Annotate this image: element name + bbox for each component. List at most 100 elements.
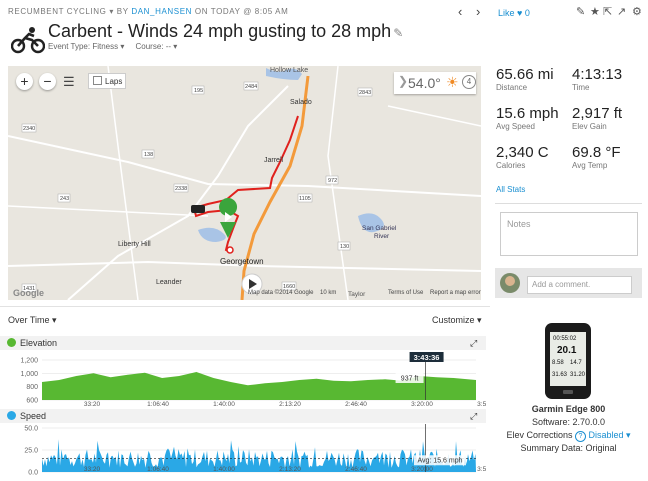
activity-type[interactable]: RECUMBENT CYCLING xyxy=(8,7,107,16)
place-georgetown: Georgetown xyxy=(220,257,264,266)
map-scale: 10 km xyxy=(320,290,337,296)
place-liberty-hill: Liberty Hill xyxy=(118,241,151,248)
user-link[interactable]: DAN_HANSEN xyxy=(131,7,192,16)
wind-speed-badge: 4 xyxy=(462,75,476,89)
place-taylor: Taylor xyxy=(348,291,366,298)
pencil-icon[interactable]: ✎ xyxy=(393,26,403,40)
elevation-ytick-label: 600 xyxy=(26,398,38,405)
svg-text:2340: 2340 xyxy=(23,126,35,132)
svg-text:972: 972 xyxy=(328,178,337,184)
speed-xtick-label: 3:20:00 xyxy=(411,466,433,473)
cursor-value-label: 937 ft xyxy=(401,376,419,383)
event-type-dropdown[interactable]: Event Type: Fitness ▾ xyxy=(48,42,124,51)
device-screen-time: 00:55:02 xyxy=(553,336,577,342)
svg-text:2843: 2843 xyxy=(359,90,371,96)
notes-field[interactable]: Notes xyxy=(500,212,638,256)
svg-text:195: 195 xyxy=(194,88,203,94)
device-software: Software: 2.70.0.0 xyxy=(531,417,606,427)
speed-header xyxy=(0,409,486,423)
stat-avg-speed-label: Avg Speed xyxy=(496,122,535,131)
device-name: Garmin Edge 800 xyxy=(531,404,606,414)
elevation-xtick-label: 3:20:00 xyxy=(411,401,433,406)
speed-dot-icon xyxy=(7,411,16,420)
google-logo[interactable]: Google xyxy=(13,288,44,298)
map-data-credit: Map data ©2014 Google xyxy=(248,290,314,296)
map-canvas[interactable]: Hollow Lake Salado Jarrell Liberty Hill … xyxy=(8,66,481,300)
svg-text:2338: 2338 xyxy=(175,186,187,192)
divider xyxy=(0,306,490,307)
expand-icon[interactable]: ⤢ xyxy=(470,411,477,422)
like-button[interactable]: Like ♥ 0 xyxy=(498,8,530,18)
elevation-xtick-label: 2:46:40 xyxy=(345,401,367,406)
gear-icon[interactable]: ⚙ xyxy=(632,5,642,18)
layers-icon[interactable]: ☰ xyxy=(63,74,75,90)
elevation-label: Elevation xyxy=(20,338,58,348)
avatar[interactable] xyxy=(500,273,520,293)
laps-toggle[interactable]: Laps xyxy=(88,73,126,89)
heart-icon[interactable]: ♥ xyxy=(517,8,522,18)
laps-label: Laps xyxy=(105,77,123,86)
activity-title-text[interactable]: Carbent - Winds 24 mph gusting to 28 mph xyxy=(48,21,391,41)
speed-ytick-label: 0.0 xyxy=(28,470,38,477)
zoom-in-button[interactable]: + xyxy=(16,73,33,90)
sun-icon: ☀ xyxy=(446,74,459,90)
report-map-error-link[interactable]: Report a map error xyxy=(430,290,481,296)
weather-widget: ❯ 54.0° ☀ 4 xyxy=(394,72,476,94)
speed-title[interactable]: Speed xyxy=(7,411,46,421)
edit-icon[interactable]: ✎ xyxy=(576,5,585,18)
weather-temperature: 54.0° xyxy=(408,75,441,91)
svg-text:138: 138 xyxy=(144,152,153,158)
prev-arrow-icon[interactable]: ‹ xyxy=(458,4,462,19)
stat-time-label: Time xyxy=(572,83,590,92)
all-stats-link[interactable]: All Stats xyxy=(496,185,525,194)
stat-time-value: 4:13:13 xyxy=(572,66,623,83)
route-map[interactable]: Hollow Lake Salado Jarrell Liberty Hill … xyxy=(8,66,481,300)
speed-xtick-label: 1:40:00 xyxy=(213,466,235,473)
by-label: BY xyxy=(116,7,129,16)
speed-ytick-label: 50.0 xyxy=(24,426,38,433)
stat-elev-gain-value: 2,917 ft xyxy=(572,105,623,122)
next-arrow-icon[interactable]: › xyxy=(476,4,480,19)
course-dropdown[interactable]: Course: -- ▾ xyxy=(135,42,177,51)
comment-placeholder: Add a comment. xyxy=(532,280,591,289)
elevation-title[interactable]: Elevation xyxy=(7,338,57,348)
activity-time: ON TODAY @ 8:05 AM xyxy=(194,7,289,16)
customize-dropdown[interactable]: Customize ▾ xyxy=(432,315,482,326)
elev-corrections-dropdown[interactable]: Disabled ▾ xyxy=(589,430,631,440)
expand-icon[interactable]: ⤢ xyxy=(470,338,477,349)
speed-chart[interactable]: 50.0 25.0 0.0 33:20 1:06:40 1:40:00 2:13:20 2:4… xyxy=(0,424,486,481)
notes-placeholder: Notes xyxy=(507,219,531,229)
comment-input[interactable]: Add a comment. xyxy=(527,276,632,294)
stat-avg-temp-label: Avg Temp xyxy=(572,161,608,170)
star-icon[interactable]: ★ xyxy=(590,5,600,18)
summary-data: Summary Data: Original xyxy=(520,443,617,453)
stat-time: 4:13:13 Time xyxy=(572,66,622,92)
divider xyxy=(495,203,642,204)
elevation-xtick-label: 1:40:00 xyxy=(213,401,235,406)
elev-corrections: Elev Corrections ? Disabled ▾ xyxy=(495,430,642,442)
activity-type-caret-icon[interactable]: ▾ xyxy=(109,7,114,16)
help-icon[interactable]: ? xyxy=(574,431,586,442)
elevation-xtick-label: 3:53:20 xyxy=(477,401,486,406)
svg-text:8.58: 8.58 xyxy=(552,360,564,366)
speed-xtick-label: 33:20 xyxy=(84,466,101,473)
lake-georgetown xyxy=(198,227,226,242)
export-icon[interactable]: ⇱ xyxy=(603,5,612,18)
stat-calories-value: 2,340 C xyxy=(496,144,549,161)
svg-text:130: 130 xyxy=(340,244,349,250)
over-time-dropdown[interactable]: Over Time ▾ xyxy=(8,315,57,326)
activity-title[interactable]: Carbent - Winds 24 mph gusting to 28 mph… xyxy=(48,21,403,42)
share-icon[interactable]: ↗ xyxy=(617,5,626,18)
place-jarrell: Jarrell xyxy=(264,157,284,164)
zoom-out-button[interactable]: − xyxy=(39,73,56,90)
elevation-ytick-label: 1,000 xyxy=(20,371,38,378)
stat-elev-gain: 2,917 ft Elev Gain xyxy=(572,105,622,131)
elevation-xtick-label: 33:20 xyxy=(84,401,101,406)
terms-link[interactable]: Terms of Use xyxy=(388,290,423,296)
laps-checkbox[interactable] xyxy=(93,76,102,85)
elevation-chart[interactable]: 1,200 1,000 800 600 33:20 1:06:40 1:40:00 2:13:… xyxy=(0,352,486,406)
speed-xtick-label: 1:06:40 xyxy=(147,466,169,473)
like-label[interactable]: Like xyxy=(498,8,515,18)
stat-avg-speed: 15.6 mph Avg Speed xyxy=(496,105,559,131)
speed-xtick-label: 3:53:20 xyxy=(477,466,486,473)
